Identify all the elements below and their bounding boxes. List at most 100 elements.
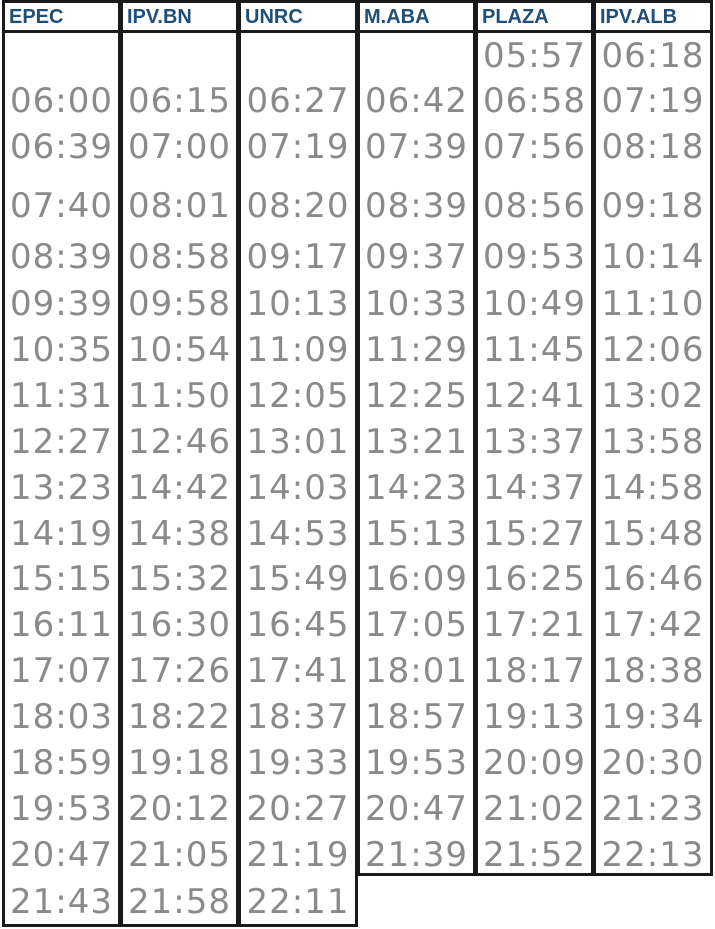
time-cell: 21:39 [365,835,468,875]
time-cell: 07:56 [483,127,586,167]
time-cell: 15:27 [483,514,586,554]
column-header-label: PLAZA [482,6,549,28]
time-cell: 18:03 [10,697,113,737]
time-cell: 13:37 [483,422,586,462]
column-header: M.ABA [360,3,473,33]
time-cell: 06:27 [246,81,350,121]
time-cell: 21:19 [246,835,350,875]
time-cell: 11:29 [365,330,468,370]
time-cell: 10:54 [128,330,231,370]
column-header: PLAZA [478,3,591,33]
time-cell: 12:25 [365,376,468,416]
time-cell: 20:47 [10,835,113,875]
time-cell: 14:23 [365,468,468,508]
time-cell: 17:05 [365,605,468,645]
time-cell: 15:15 [10,559,113,599]
time-cell: 14:42 [128,468,231,508]
time-cell: 07:19 [601,81,705,121]
time-cell: 16:45 [246,605,350,645]
time-cell: 20:09 [483,743,586,783]
time-cell: 14:19 [10,514,113,554]
time-cell: 15:49 [246,559,350,599]
time-cell: 22:11 [246,882,350,922]
time-cell: 17:42 [601,605,705,645]
column-header-label: EPEC [9,6,64,28]
column-header-label: IPV.ALB [600,6,678,28]
time-cell: 08:58 [128,237,231,277]
column-header: IPV.ALB [596,3,710,33]
time-cell [241,34,355,78]
time-cell: 13:23 [10,468,113,508]
time-cell: 16:25 [483,559,586,599]
column-header: IPV.BN [123,3,236,33]
time-cell: 07:39 [365,127,468,167]
column-m-aba: M.ABA 06:42 07:39 08:39 09:37 10:33 11:29 12:2… [357,0,476,876]
time-cell: 19:33 [246,743,350,783]
time-cell: 11:31 [10,376,113,416]
column-header-label: IPV.BN [127,6,192,28]
time-cell: 14:58 [601,468,705,508]
time-cell: 09:18 [601,186,705,226]
time-cell: 07:19 [246,127,350,167]
time-cell: 21:58 [128,882,231,922]
time-cell: 18:22 [128,697,231,737]
column-ipv-alb: IPV.ALB 06:18 07:19 08:18 09:18 10:14 11:10 12… [593,0,713,876]
bus-timetable: EPEC 06:00 06:39 07:40 08:39 09:39 10:35 11:31… [0,0,715,929]
time-cell: 08:56 [483,186,586,226]
time-cell: 15:13 [365,514,468,554]
time-cell [123,34,236,78]
time-cell: 20:47 [365,789,468,829]
time-cell: 10:33 [365,284,468,324]
time-cell: 21:23 [601,789,705,829]
time-cell: 18:57 [365,697,468,737]
column-header-label: UNRC [245,6,303,28]
time-cell: 07:00 [128,127,231,167]
time-cell: 10:14 [601,237,705,277]
time-cell: 18:37 [246,697,350,737]
time-cell: 17:21 [483,605,586,645]
column-header: EPEC [5,3,118,33]
time-cell: 21:05 [128,835,231,875]
time-cell: 11:50 [128,376,231,416]
time-cell: 18:38 [601,651,705,691]
time-cell: 06:39 [10,127,113,167]
time-cell: 13:01 [246,422,350,462]
time-cell: 20:12 [128,789,231,829]
time-cell: 11:10 [601,284,705,324]
column-ipv-bn: IPV.BN 06:15 07:00 08:01 08:58 09:58 10:54 11:… [120,0,239,927]
time-cell: 09:17 [246,237,350,277]
time-cell: 08:39 [10,237,113,277]
time-cell: 18:01 [365,651,468,691]
time-cell: 06:15 [128,81,231,121]
time-cell: 10:35 [10,330,113,370]
time-cell: 17:41 [246,651,350,691]
time-cell: 14:37 [483,468,586,508]
time-cell: 21:43 [10,882,113,922]
time-cell: 21:52 [483,835,586,875]
time-cell: 12:27 [10,422,113,462]
time-cell: 09:39 [10,284,113,324]
time-cell: 09:58 [128,284,231,324]
time-cell: 09:37 [365,237,468,277]
time-cell: 16:46 [601,559,705,599]
column-epec: EPEC 06:00 06:39 07:40 08:39 09:39 10:35 11:31… [2,0,121,927]
time-cell: 20:30 [601,743,705,783]
time-cell: 20:27 [246,789,350,829]
time-cell: 14:38 [128,514,231,554]
time-cell: 16:11 [10,605,113,645]
time-cell: 06:58 [483,81,586,121]
time-cell: 18:59 [10,743,113,783]
column-plaza: PLAZA 05:57 06:58 07:56 08:56 09:53 10:49 11:4… [475,0,594,876]
time-cell [5,34,118,78]
time-cell: 07:40 [10,186,113,226]
time-cell: 18:17 [483,651,586,691]
time-cell: 14:03 [246,468,350,508]
time-cell: 08:18 [601,127,705,167]
time-cell: 05:57 [483,36,586,76]
time-cell: 06:42 [365,81,468,121]
column-unrc: UNRC 06:27 07:19 08:20 09:17 10:13 11:09 12:05… [238,0,358,927]
column-header: UNRC [241,3,355,33]
time-cell: 11:45 [483,330,586,370]
time-cell: 13:21 [365,422,468,462]
time-cell: 10:13 [246,284,350,324]
